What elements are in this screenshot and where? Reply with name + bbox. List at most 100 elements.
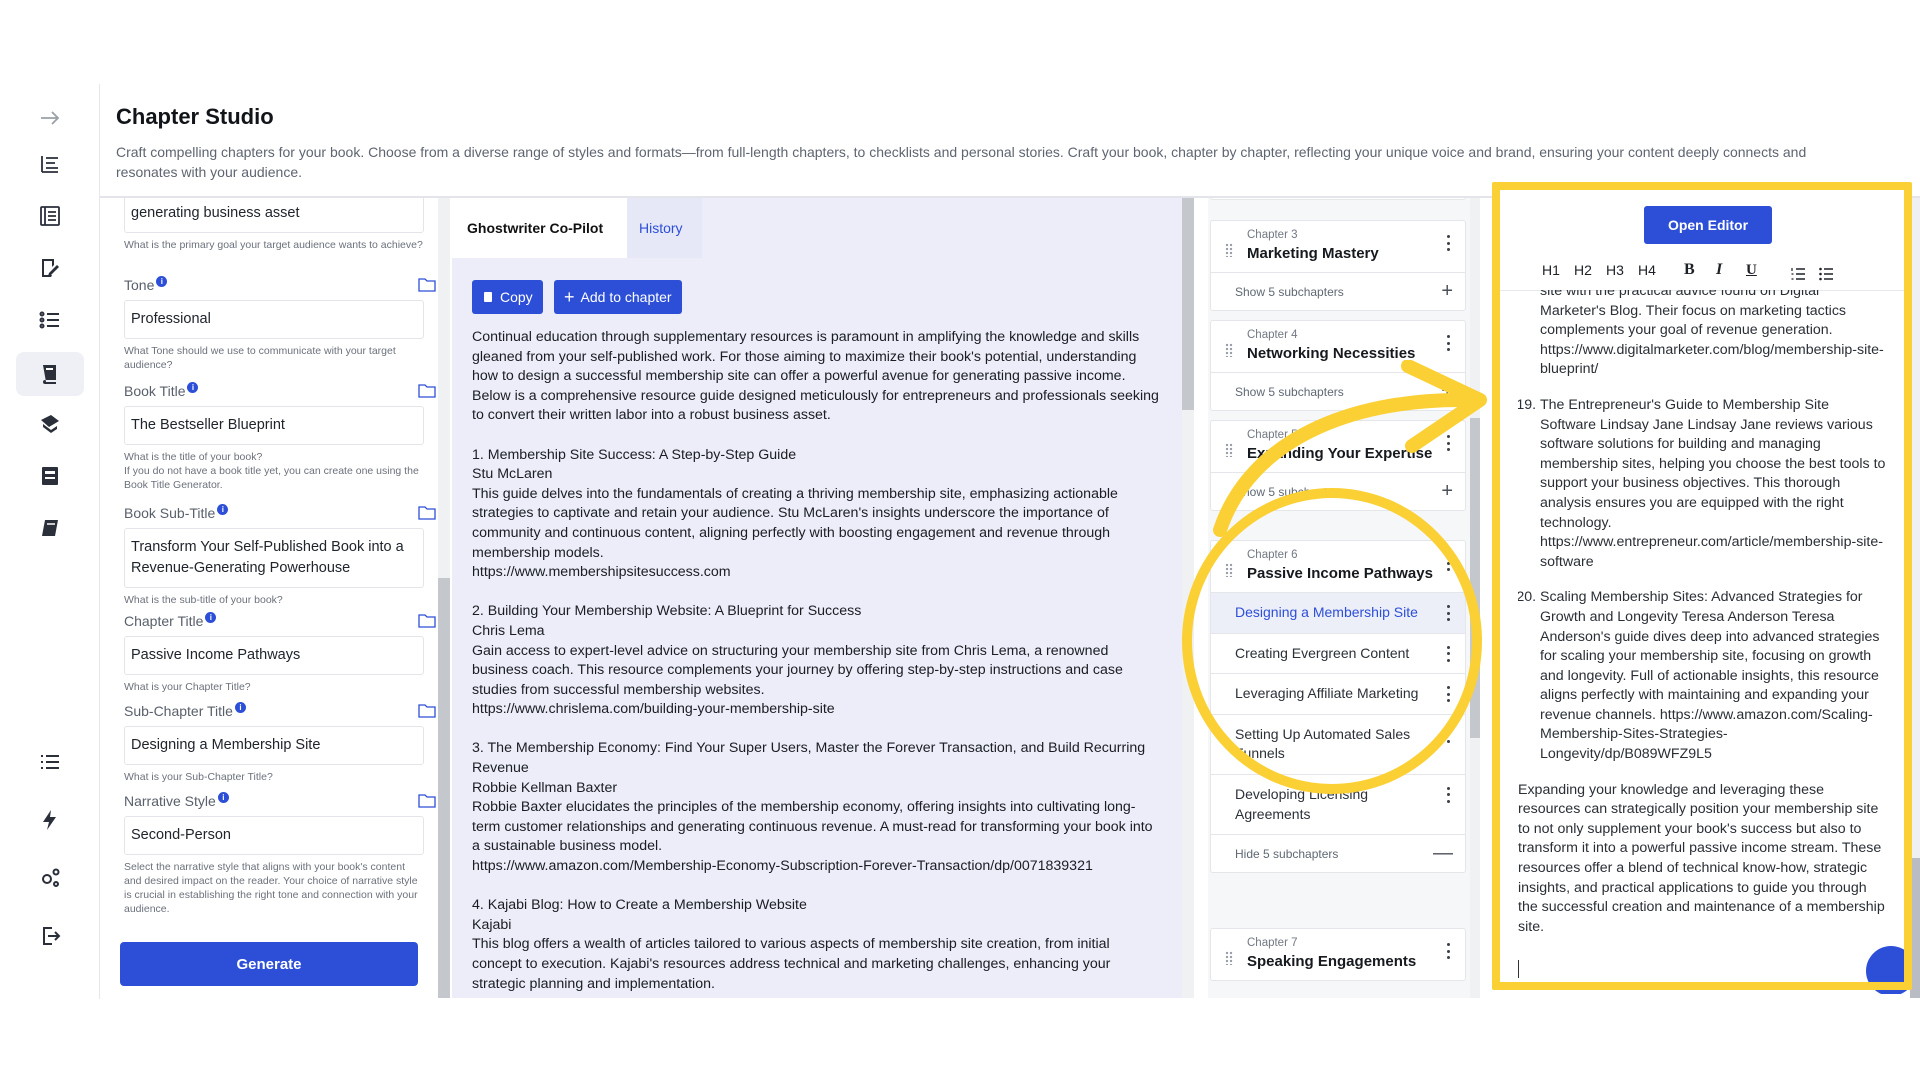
folder-icon[interactable] — [418, 794, 436, 808]
info-icon[interactable]: i — [234, 701, 246, 713]
chapter-number: Chapter 3 — [1247, 229, 1298, 241]
book-title-label: Book Title — [124, 383, 186, 399]
tab-ghostwriter-copilot[interactable]: Ghostwriter Co-Pilot — [452, 198, 627, 258]
chapter-title: Speaking Engagements — [1247, 953, 1417, 970]
tone-field: Tone i Professional What Tone should we u… — [124, 275, 436, 372]
toggle-subchapters-label: Hide 5 subchapters — [1235, 846, 1339, 861]
chapter-title-field: Chapter Title i Passive Income Pathways W… — [124, 611, 436, 694]
arrow-right-icon[interactable] — [36, 104, 64, 132]
output-paragraph: 1. Membership Site Success: A Step-by-St… — [472, 446, 1118, 581]
tone-help: What Tone should we use to communicate w… — [124, 345, 396, 371]
book-subtitle-field: Book Sub-Title i Transform Your Self-Publ… — [124, 503, 436, 607]
chapter-number: Chapter 7 — [1247, 937, 1298, 949]
chapter-title-help: What is your Chapter Title? — [124, 681, 251, 693]
book-title-field: Book Title i The Bestseller Blueprint Wha… — [124, 381, 436, 492]
chapter-studio-page: Chapter Studio Craft compelling chapters… — [0, 0, 1920, 1080]
logout-icon[interactable] — [36, 922, 64, 950]
form-scrollbar-thumb[interactable] — [438, 578, 450, 998]
sidebar-rail — [0, 84, 100, 999]
book-subtitle-help: What is the sub-title of your book? — [124, 594, 283, 606]
info-icon[interactable]: i — [187, 381, 199, 393]
generate-button[interactable]: Generate — [120, 942, 418, 986]
folder-icon[interactable] — [418, 704, 436, 718]
goal-input[interactable]: generating business asset — [124, 198, 424, 233]
plus-icon: + — [564, 287, 575, 307]
tone-input[interactable]: Professional — [124, 300, 424, 339]
ghostwriter-output: Continual education through supplementar… — [472, 328, 1162, 998]
subchapter-title-label: Sub-Chapter Title — [124, 703, 233, 719]
info-icon[interactable]: i — [217, 791, 229, 803]
subchapter-title-input[interactable]: Designing a Membership Site — [124, 726, 424, 765]
more-options-icon[interactable] — [1447, 943, 1451, 959]
notebook-icon[interactable] — [36, 514, 64, 542]
add-to-chapter-button[interactable]: + Add to chapter — [554, 280, 682, 314]
numbered-list-icon[interactable] — [36, 306, 64, 334]
tab-history[interactable]: History — [627, 198, 702, 258]
chapter-number: Chapter 4 — [1247, 329, 1298, 341]
page-description: Craft compelling chapters for your book.… — [116, 144, 1807, 180]
book-subtitle-input[interactable]: Transform Your Self-Published Book into … — [124, 528, 424, 588]
chapter-title-label: Chapter Title — [124, 613, 204, 629]
goal-help: What is the primary goal your target aud… — [124, 239, 423, 251]
outline-list-icon[interactable] — [36, 150, 64, 178]
form-scrollbar[interactable] — [438, 198, 450, 998]
subchapter-title-help: What is your Sub-Chapter Title? — [124, 771, 273, 783]
toggle-subchapters[interactable]: Hide 5 subchapters — — [1211, 834, 1465, 872]
menu-list-icon[interactable] — [36, 748, 64, 776]
chapter-card[interactable]: Chapter 7 Speaking Engagements — [1210, 928, 1466, 981]
copy-button[interactable]: Copy — [472, 280, 543, 314]
chapter-card[interactable]: Chapter 3 Marketing Mastery Show 5 subch… — [1210, 220, 1466, 311]
toggle-subchapters[interactable]: Show 5 subchapters + — [1211, 272, 1465, 310]
drag-handle-icon[interactable] — [1225, 243, 1233, 257]
narrative-style-label: Narrative Style — [124, 793, 216, 809]
info-icon[interactable]: i — [217, 503, 229, 515]
drag-handle-icon[interactable] — [1225, 951, 1233, 965]
narrative-style-help: Select the narrative style that aligns w… — [124, 861, 418, 915]
subchapter-title-field: Sub-Chapter Title i Designing a Membershi… — [124, 701, 436, 784]
copy-label: Copy — [500, 289, 533, 305]
chapter-title-input[interactable]: Passive Income Pathways — [124, 636, 424, 675]
toggle-subchapters-label: Show 5 subchapters — [1235, 284, 1344, 299]
book-title-help: What is the title of your book? — [124, 451, 263, 463]
folder-icon[interactable] — [418, 278, 436, 292]
folder-icon[interactable] — [418, 506, 436, 520]
plus-icon: + — [1441, 280, 1453, 302]
book-title-input[interactable]: The Bestseller Blueprint — [124, 406, 424, 445]
output-paragraph: 2. Building Your Membership Website: A B… — [472, 603, 1123, 718]
tone-label: Tone — [124, 277, 155, 293]
goal-field: generating business asset What is the pr… — [124, 198, 424, 252]
edit-document-icon[interactable] — [36, 254, 64, 282]
copy-icon — [484, 292, 492, 302]
narrative-style-select[interactable]: Second-Person — [124, 816, 424, 855]
book-stack-icon[interactable] — [16, 352, 84, 396]
info-icon[interactable]: i — [205, 611, 217, 623]
output-paragraph: 4. Kajabi Blog: How to Create a Membersh… — [472, 897, 1111, 992]
ghostwriter-panel: Ghostwriter Co-Pilot History Copy + Add … — [452, 198, 1182, 998]
chapter-title: Marketing Mastery — [1247, 245, 1379, 262]
stamp-book-icon[interactable] — [36, 410, 64, 438]
archive-book-icon[interactable] — [36, 462, 64, 490]
lightning-icon[interactable] — [36, 806, 64, 834]
book-list-icon[interactable] — [36, 202, 64, 230]
folder-icon[interactable] — [418, 384, 436, 398]
book-subtitle-label: Book Sub-Title — [124, 505, 216, 521]
minus-icon: — — [1433, 842, 1453, 865]
chapter-form: generating business asset What is the pr… — [110, 198, 440, 998]
more-options-icon[interactable] — [1447, 335, 1451, 351]
narrative-style-field: Narrative Style i Second-Person Select th… — [124, 791, 436, 916]
folder-icon[interactable] — [418, 614, 436, 628]
info-icon[interactable]: i — [156, 275, 168, 287]
book-title-help-extra: If you do not have a book title yet, you… — [124, 465, 419, 491]
output-paragraph: 3. The Membership Economy: Find Your Sup… — [472, 740, 1153, 875]
chapter-card-partial — [1210, 198, 1466, 200]
add-to-chapter-label: Add to chapter — [580, 289, 672, 305]
more-options-icon[interactable] — [1447, 235, 1451, 251]
gears-icon[interactable] — [36, 864, 64, 892]
highlight-arrow-icon — [1213, 360, 1487, 537]
page-title: Chapter Studio — [116, 104, 274, 129]
output-paragraph: Continual education through supplementar… — [472, 329, 1159, 424]
drag-handle-icon[interactable] — [1225, 343, 1233, 357]
highlight-box — [1492, 182, 1912, 990]
more-options-icon[interactable] — [1447, 786, 1451, 803]
ghostwriter-tabs: Ghostwriter Co-Pilot History — [452, 198, 1182, 258]
